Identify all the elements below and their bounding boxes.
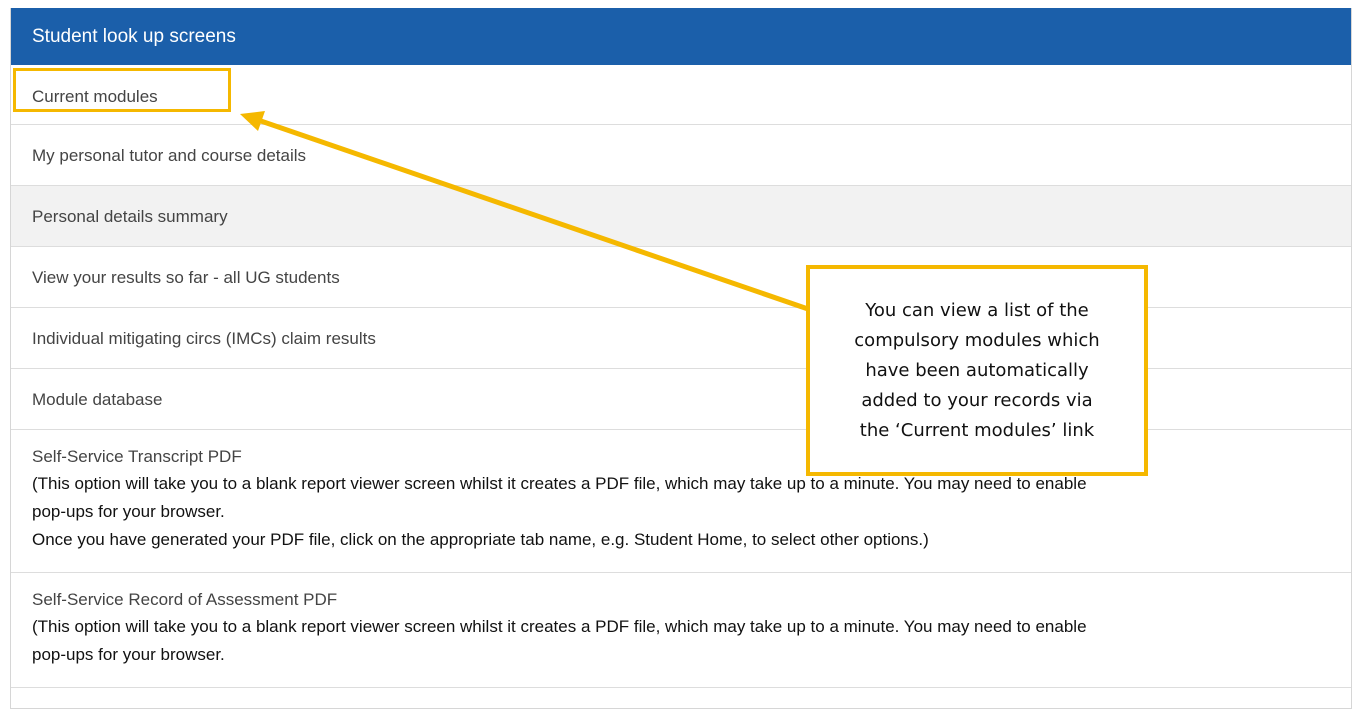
transcript-note-line: Once you have generated your PDF file, c… [32, 530, 929, 549]
link-view-results[interactable]: View your results so far - all UG studen… [11, 247, 1351, 308]
transcript-note: (This option will take you to a blank re… [32, 470, 1351, 554]
link-transcript-pdf[interactable]: Self-Service Transcript PDF [32, 447, 1351, 467]
assessment-note-line: (This option will take you to a blank re… [32, 617, 1087, 636]
student-lookup-panel: Student look up screens Current modules … [10, 8, 1352, 709]
current-modules-highlight [13, 68, 231, 112]
callout-line: compulsory modules which [854, 329, 1100, 351]
callout-line: added to your records via [861, 389, 1093, 411]
transcript-note-line: pop-ups for your browser. [32, 502, 225, 521]
annotation-callout: You can view a list of the compulsory mo… [806, 265, 1148, 476]
panel-title: Student look up screens [11, 8, 1351, 65]
callout-line: You can view a list of the [865, 299, 1089, 321]
link-imc-claim-results[interactable]: Individual mitigating circs (IMCs) claim… [11, 308, 1351, 369]
assessment-note-line: pop-ups for your browser. [32, 645, 225, 664]
assessment-note: (This option will take you to a blank re… [32, 613, 1351, 669]
link-assessment-pdf[interactable]: Self-Service Record of Assessment PDF [32, 590, 1351, 610]
callout-line: the ‘Current modules’ link [859, 419, 1095, 441]
transcript-pdf-item: Self-Service Transcript PDF (This option… [11, 430, 1351, 573]
link-personal-details-summary[interactable]: Personal details summary [11, 186, 1351, 247]
assessment-pdf-item: Self-Service Record of Assessment PDF (T… [11, 573, 1351, 688]
link-module-database[interactable]: Module database [11, 369, 1351, 430]
callout-line: have been automatically [865, 359, 1089, 381]
link-personal-tutor[interactable]: My personal tutor and course details [11, 125, 1351, 186]
